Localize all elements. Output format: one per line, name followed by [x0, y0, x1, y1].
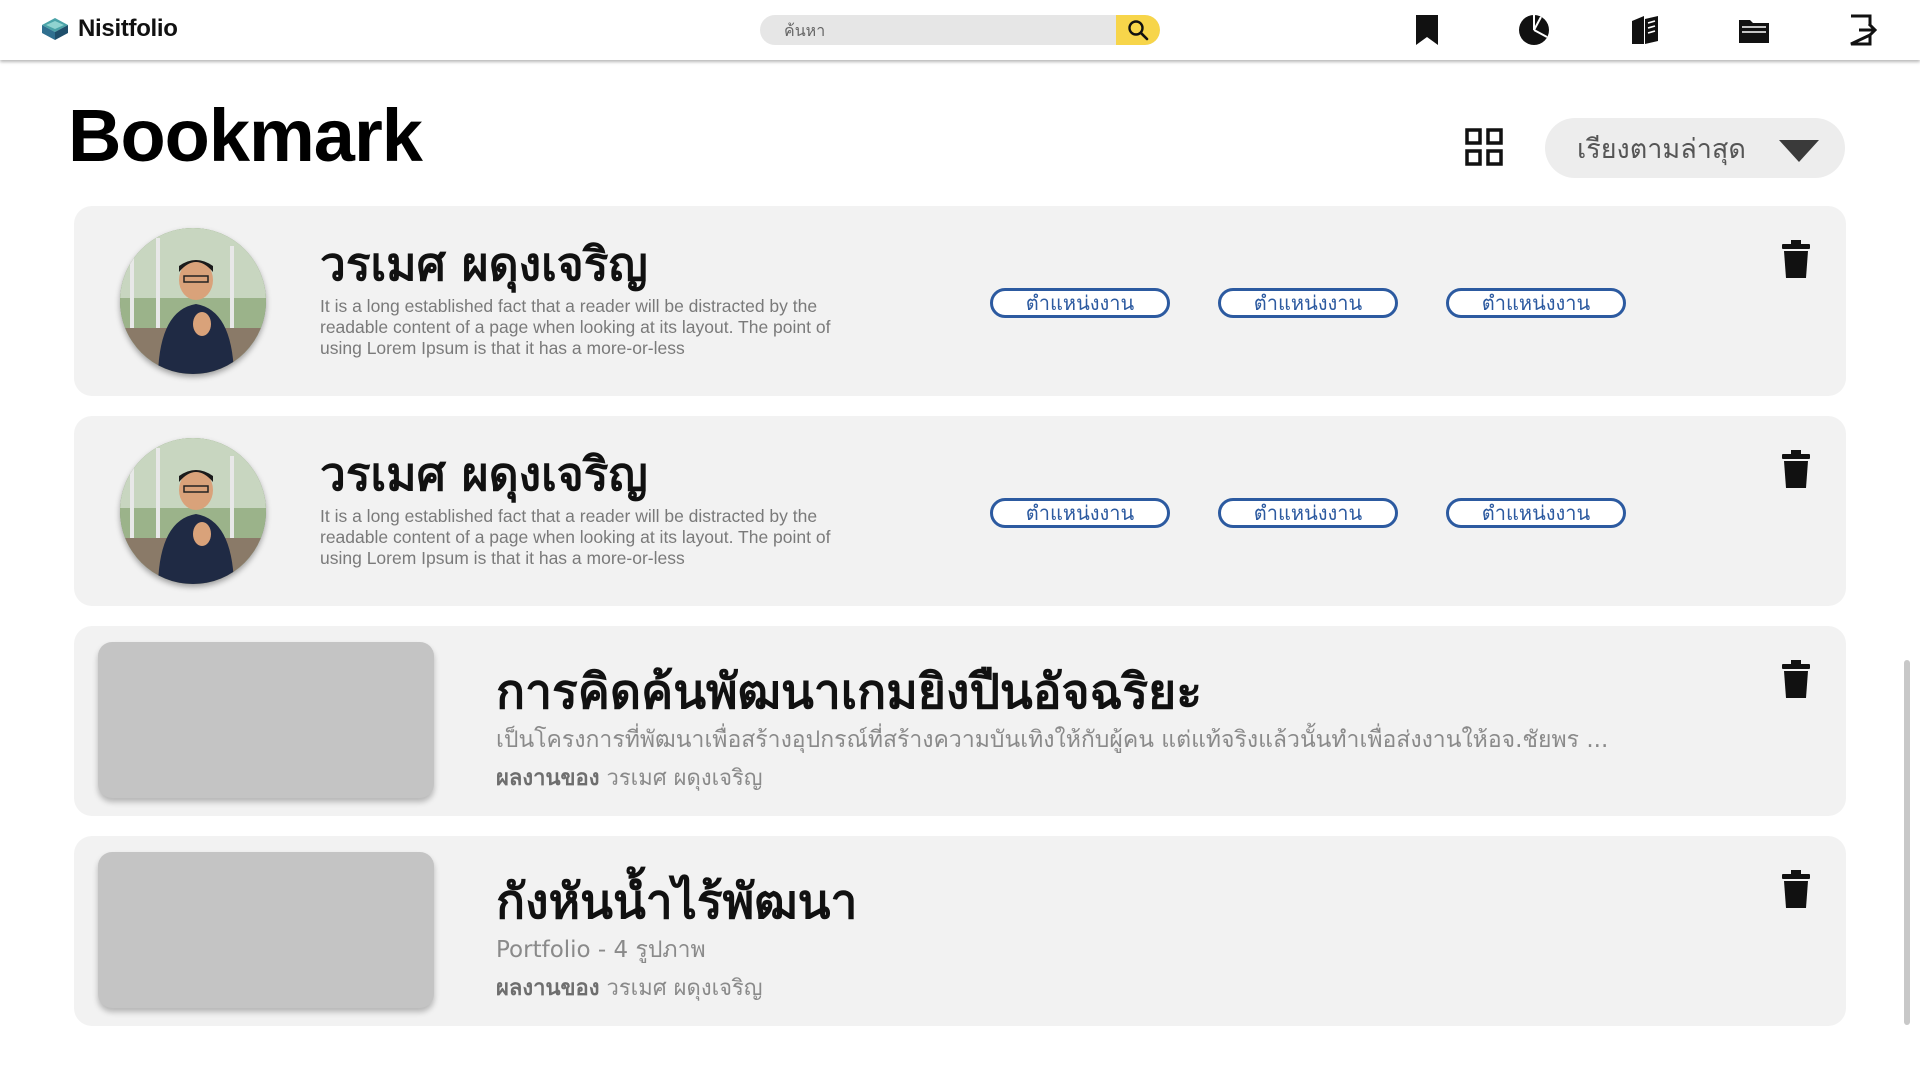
position-tag[interactable]: ตำแหน่งงาน — [990, 288, 1170, 318]
work-title[interactable]: กังหันน้ำไร้พัฒนา — [496, 864, 857, 940]
work-owner-label: ผลงานของ — [496, 976, 600, 1001]
work-subtitle: Portfolio - 4 รูปภาพ — [496, 937, 706, 963]
position-tag[interactable]: ตำแหน่งงาน — [1446, 288, 1626, 318]
avatar — [120, 228, 266, 374]
bookmark-icon — [1416, 15, 1438, 45]
nav-logout[interactable] — [1845, 12, 1881, 48]
bookmark-card-person[interactable]: วรเมศ ผดุงเจริญ It is a long established… — [74, 416, 1846, 606]
trash-icon[interactable] — [1782, 240, 1810, 278]
bookmark-card-work[interactable]: กังหันน้ำไร้พัฒนา Portfolio - 4 รูปภาพ ผ… — [74, 836, 1846, 1026]
trash-icon[interactable] — [1782, 870, 1810, 908]
bookmark-card-person[interactable]: วรเมศ ผดุงเจริญ It is a long established… — [74, 206, 1846, 396]
work-owner: ผลงานของ วรเมศ ผดุงเจริญ — [496, 760, 763, 795]
work-description: เป็นโครงการที่พัฒนาเพื่อสร้างอุปกรณ์ที่ส… — [496, 727, 1609, 753]
nav-dashboard[interactable] — [1516, 12, 1552, 48]
work-owner: ผลงานของ วรเมศ ผดุงเจริญ — [496, 970, 763, 1005]
position-tag[interactable]: ตำแหน่งงาน — [1218, 498, 1398, 528]
search-bar — [760, 15, 1160, 45]
sort-selected-label: เรียงตามล่าสุด — [1577, 133, 1746, 165]
nav-portfolio[interactable] — [1627, 12, 1663, 48]
logout-icon — [1850, 14, 1878, 46]
person-description: It is a long established fact that a rea… — [320, 506, 831, 568]
grid-view-toggle[interactable] — [1464, 127, 1504, 167]
logo-icon — [42, 18, 68, 40]
portfolio-icon — [1632, 16, 1658, 44]
person-name[interactable]: วรเมศ ผดุงเจริญ — [320, 228, 648, 301]
pie-chart-icon — [1519, 15, 1549, 45]
search-icon — [1128, 20, 1149, 41]
work-owner-name[interactable]: วรเมศ ผดุงเจริญ — [607, 976, 763, 1001]
trash-icon[interactable] — [1782, 660, 1810, 698]
work-owner-label: ผลงานของ — [496, 766, 600, 791]
avatar — [120, 438, 266, 584]
person-name[interactable]: วรเมศ ผดุงเจริญ — [320, 438, 648, 511]
folder-icon — [1739, 20, 1769, 43]
work-title[interactable]: การคิดค้นพัฒนาเกมยิงปืนอัจฉริยะ — [496, 654, 1202, 730]
nav-files[interactable] — [1736, 12, 1772, 48]
scrollbar[interactable] — [1904, 660, 1910, 1025]
page-title: Bookmark — [68, 94, 423, 177]
trash-icon[interactable] — [1782, 450, 1810, 488]
sort-dropdown[interactable]: เรียงตามล่าสุด — [1545, 118, 1845, 178]
position-tag[interactable]: ตำแหน่งงาน — [1446, 498, 1626, 528]
position-tag[interactable]: ตำแหน่งงาน — [1218, 288, 1398, 318]
app-name: Nisitfolio — [78, 15, 178, 42]
work-owner-name[interactable]: วรเมศ ผดุงเจริญ — [607, 766, 763, 791]
logo[interactable]: Nisitfolio — [40, 14, 178, 44]
work-thumbnail[interactable] — [98, 642, 434, 798]
bookmark-card-work[interactable]: การคิดค้นพัฒนาเกมยิงปืนอัจฉริยะ เป็นโครง… — [74, 626, 1846, 816]
grid-icon — [1465, 128, 1503, 166]
chevron-down-icon — [1779, 140, 1819, 162]
top-bar: Nisitfolio — [0, 0, 1920, 60]
work-thumbnail[interactable] — [98, 852, 434, 1008]
position-tag[interactable]: ตำแหน่งงาน — [990, 498, 1170, 528]
person-description: It is a long established fact that a rea… — [320, 296, 831, 358]
search-input[interactable] — [760, 15, 1116, 45]
nav-bookmarks[interactable] — [1409, 12, 1445, 48]
search-button[interactable] — [1116, 15, 1160, 45]
